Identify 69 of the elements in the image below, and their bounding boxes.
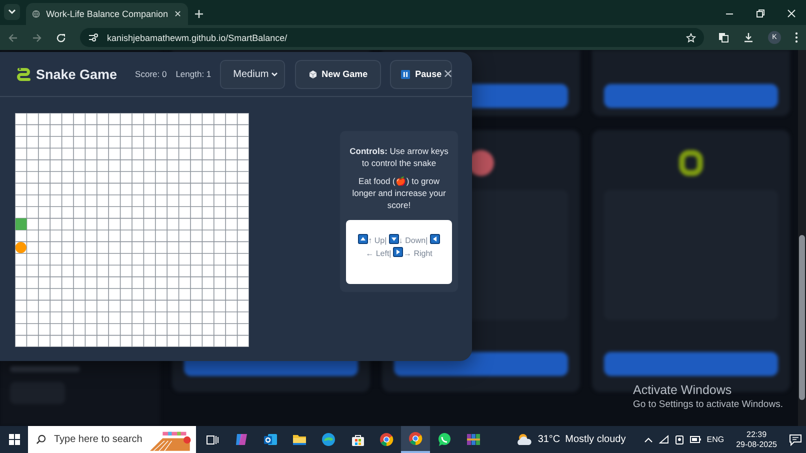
back-arrow-icon[interactable]: [8, 32, 18, 42]
star-icon[interactable]: [686, 32, 696, 42]
forward-arrow-icon[interactable]: [32, 32, 42, 42]
search-icon: [36, 434, 46, 445]
meet-now-icon[interactable]: [674, 434, 684, 444]
difficulty-dropdown[interactable]: Medium: [220, 60, 286, 88]
tab-search-button[interactable]: [4, 4, 20, 20]
instruction-text: Eat food (🍎) to grow longer and increase your score!: [351, 175, 447, 211]
close-button[interactable]: ✕: [443, 68, 454, 80]
length-text: Length: 1: [176, 69, 212, 79]
date-text: 29-08-2025: [736, 440, 777, 450]
chat-bubble-icon[interactable]: [437, 432, 452, 447]
windows-start-icon[interactable]: [8, 434, 20, 445]
scrollbar-thumb[interactable]: [799, 235, 805, 400]
browser-tab[interactable]: Work-Life Balance Companion ✕: [26, 3, 188, 25]
chevron-up-icon[interactable]: [644, 436, 653, 442]
key-label: ↑ Up: [368, 236, 385, 245]
chevron-down-icon: [8, 9, 16, 15]
arrow-key-icon: [388, 234, 399, 244]
wifi-icon[interactable]: [658, 435, 669, 444]
archive-books-icon[interactable]: [466, 432, 481, 447]
search-placeholder: Type here to search: [54, 434, 142, 445]
store-bag-icon[interactable]: [350, 432, 364, 446]
close-icon[interactable]: [787, 9, 796, 18]
chevron-down-icon: [271, 72, 278, 76]
score-text: Score: 0: [135, 69, 167, 79]
cloud-sun-icon: [516, 433, 533, 446]
cube-icon: [308, 70, 317, 78]
weather-text: Mostly cloudy: [565, 434, 626, 445]
food-dot: [15, 242, 26, 254]
arrow-key-icon: [393, 247, 404, 257]
clock[interactable]: 22:39 29-08-2025: [736, 430, 777, 450]
task-view-icon[interactable]: [206, 434, 219, 446]
game-title: Snake Game: [36, 66, 118, 82]
tab-close-button[interactable]: ✕: [174, 9, 182, 19]
search-field[interactable]: Type here to search: [28, 426, 196, 453]
reload-icon[interactable]: [56, 32, 66, 42]
instruction-text: Controls: Use arrow keys to control the snake: [348, 145, 450, 169]
notification-icon[interactable]: [789, 434, 802, 446]
scrollbar[interactable]: [798, 50, 806, 426]
separator-text: |: [389, 249, 392, 258]
separator-text: |: [384, 236, 387, 245]
new-game-button[interactable]: New Game: [295, 60, 382, 88]
activation-title: Activate Windows: [633, 383, 733, 397]
menu-icon[interactable]: [795, 32, 798, 43]
separator-text: |: [426, 236, 428, 245]
download-icon[interactable]: [743, 32, 754, 43]
activation-text: Go to Settings to activate Windows.: [633, 399, 783, 410]
site-settings-icon[interactable]: [88, 33, 99, 42]
browser-icon[interactable]: [321, 432, 336, 447]
time-text: 22:39: [746, 430, 767, 440]
folder-icon[interactable]: [292, 433, 307, 446]
pause-icon: [401, 70, 410, 78]
key-label: ← Left: [366, 249, 390, 258]
key-label: → Right: [403, 249, 432, 258]
new-tab-icon[interactable]: [194, 9, 204, 19]
tab-title: Work-Life Balance Companion: [46, 9, 168, 19]
restore-icon[interactable]: [756, 9, 765, 18]
battery-icon[interactable]: [690, 436, 701, 443]
language-indicator[interactable]: ENG: [706, 435, 724, 444]
url-text: kanishjebamathewm.github.io/SmartBalance/: [107, 32, 288, 42]
temperature-text: 31°C: [538, 434, 560, 445]
key-label: ↓ Down: [398, 236, 426, 245]
arrow-key-icon: [430, 234, 440, 244]
translate-icon[interactable]: [718, 32, 729, 43]
mail-app-icon[interactable]: [263, 432, 278, 447]
address-bar[interactable]: kanishjebamathewm.github.io/SmartBalance/: [80, 28, 704, 47]
globe-icon: [32, 9, 40, 19]
arrow-key-icon: [358, 234, 368, 244]
